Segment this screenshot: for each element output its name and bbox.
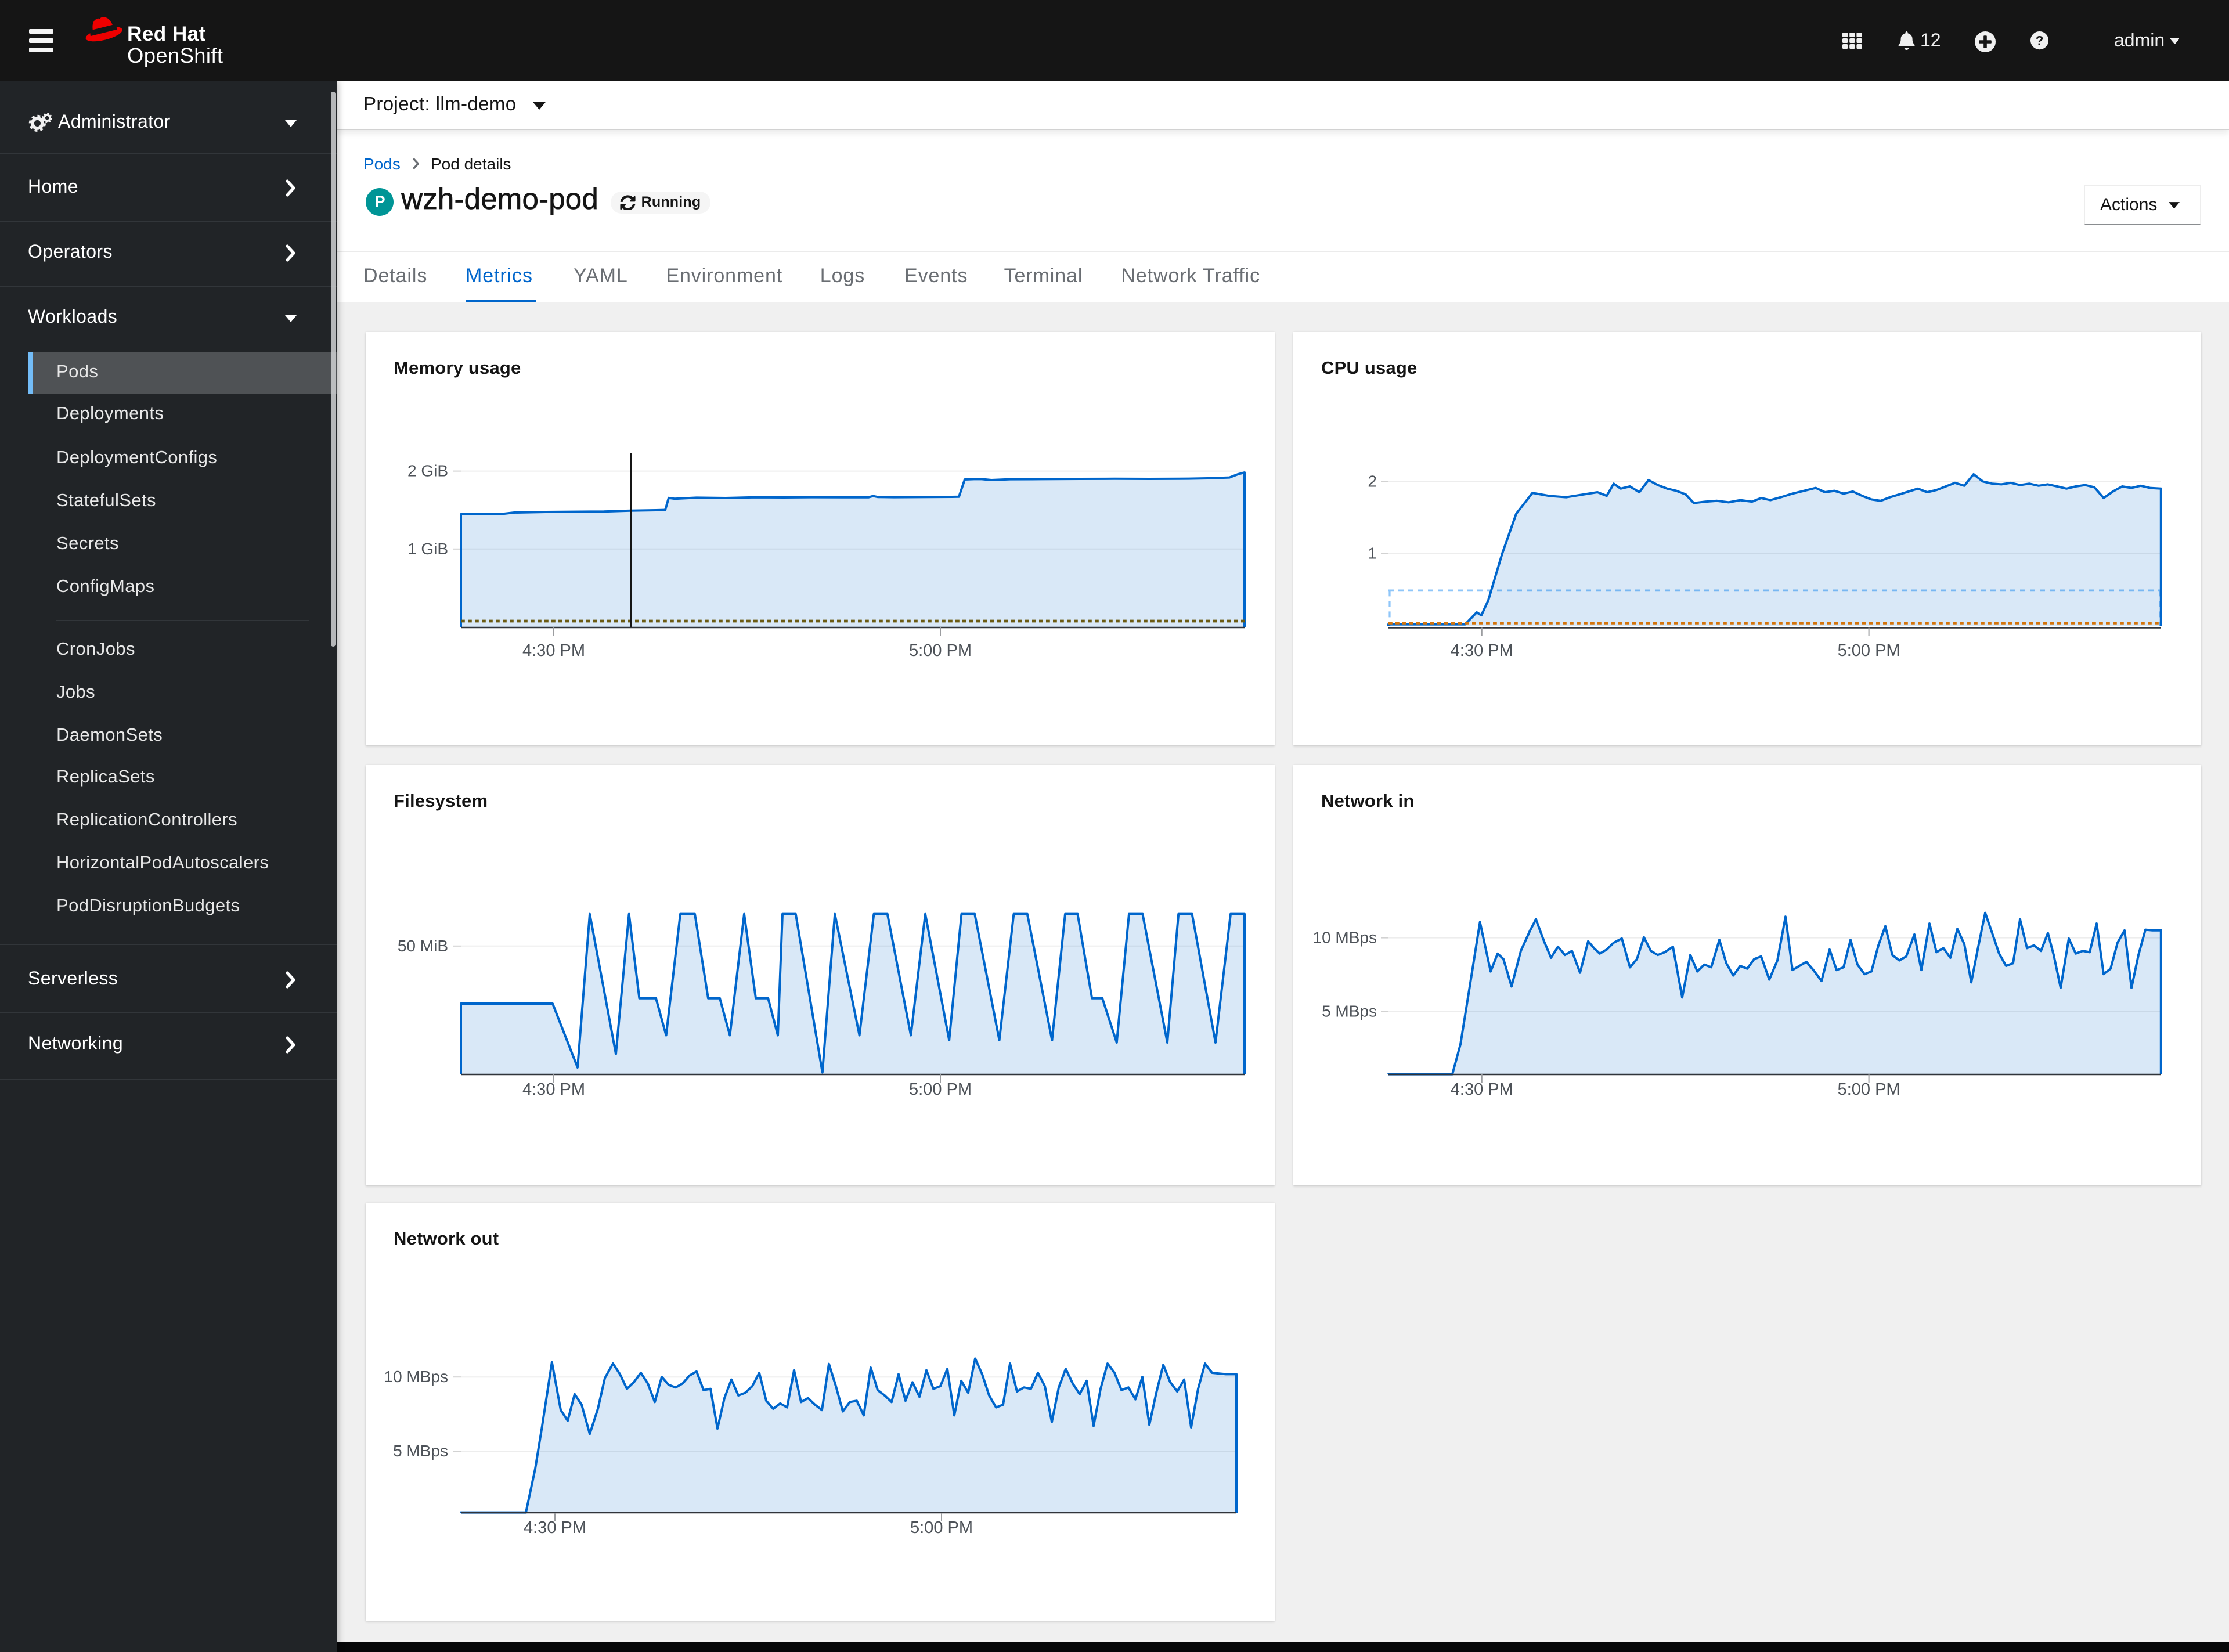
svg-text:5:00 PM: 5:00 PM <box>1838 1080 1900 1099</box>
svg-text:2 GiB: 2 GiB <box>407 462 448 480</box>
svg-text:2: 2 <box>1368 472 1377 490</box>
svg-text:?: ? <box>2035 34 2043 48</box>
svg-text:5:00 PM: 5:00 PM <box>910 1518 973 1537</box>
svg-text:10 MBps: 10 MBps <box>1313 929 1377 947</box>
svg-text:5:00 PM: 5:00 PM <box>1838 641 1900 660</box>
svg-text:4:30 PM: 4:30 PM <box>522 1080 585 1099</box>
svg-text:4:30 PM: 4:30 PM <box>522 641 585 660</box>
svg-text:5 MBps: 5 MBps <box>1322 1002 1377 1020</box>
svg-text:5:00 PM: 5:00 PM <box>909 1080 972 1099</box>
svg-text:4:30 PM: 4:30 PM <box>524 1518 586 1537</box>
svg-text:1: 1 <box>1368 544 1377 562</box>
svg-text:10 MBps: 10 MBps <box>384 1368 449 1386</box>
svg-text:1 GiB: 1 GiB <box>407 540 448 558</box>
svg-text:50 MiB: 50 MiB <box>398 937 448 955</box>
svg-text:4:30 PM: 4:30 PM <box>1451 641 1513 660</box>
svg-text:5:00 PM: 5:00 PM <box>909 641 972 660</box>
svg-text:4:30 PM: 4:30 PM <box>1451 1080 1513 1099</box>
svg-text:5 MBps: 5 MBps <box>393 1442 448 1460</box>
